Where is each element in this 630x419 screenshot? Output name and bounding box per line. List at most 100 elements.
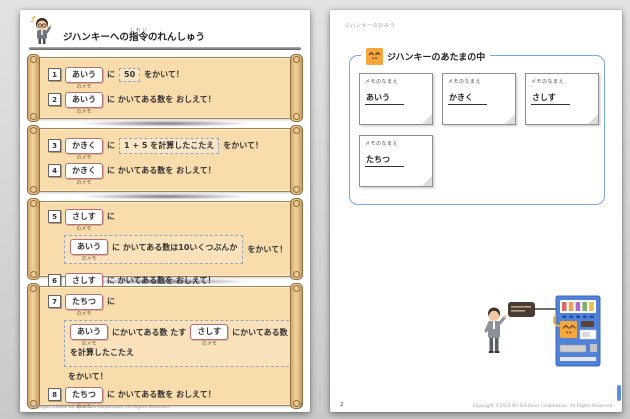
memo-label: メモのなまえ (531, 78, 593, 85)
memo-chip-wrap: かきくのメモ (65, 163, 103, 179)
memo-name: たちつ (365, 154, 404, 167)
page-number: 3 (300, 403, 304, 409)
instruction-banner-3: 5 さしすのメモ に あいうのメモ に かいてある数は10いくつぶんか をかいて… (29, 201, 301, 277)
instruction-text: に (107, 211, 115, 222)
instruction-text: に (107, 140, 115, 151)
memo-name-chip: あいう (70, 324, 108, 340)
value-box: 1 + 5 を計算したこたえ (119, 138, 219, 154)
step-number: 7 (48, 295, 61, 308)
memo-name-chip: さしす (65, 209, 103, 225)
step-number: 5 (48, 210, 61, 223)
scrollbar-thumb[interactable] (617, 385, 621, 401)
instruction-text: にかいてある数 (232, 327, 288, 338)
memo-grid: メモのなまえ あいう メモのなまえ かきく メモのなまえ さしす メモのなまえ … (350, 56, 604, 187)
copyright-text: Copyright ©2022 NS Solutions Corporation… (29, 404, 170, 409)
memo-label: メモのなまえ (365, 140, 427, 147)
scroll-roll-left (27, 198, 40, 280)
instruction-text: に かいてある数を おしえて！ (107, 275, 216, 286)
memo-chip-wrap: あいうのメモ (65, 67, 103, 83)
nested-instruction-box: あいうのメモ にかいてある数 たす さしすのメモ にかいてある数 を計算したこた… (64, 320, 294, 367)
banner-shadow-separator (65, 119, 265, 128)
memo-name-chip: あいう (65, 67, 103, 83)
memo-name-chip: たちつ (65, 294, 103, 310)
memo-name-chip: さしす (190, 324, 228, 340)
memo-chip-wrap: さしすのメモ (190, 324, 228, 340)
scroll-roll-right (290, 283, 303, 409)
instruction-text: をかいて！ (223, 140, 263, 151)
memo-chip-wrap: あいうのメモ (70, 239, 108, 255)
nested-instruction-line-1: あいうのメモ にかいてある数 たす さしすのメモ にかいてある数 (70, 324, 288, 347)
memo-name-chip: たちつ (65, 387, 103, 403)
memo-chip-wrap: かきくのメモ (65, 138, 103, 154)
instruction-row-1: 1 あいうのメモ に 50 をかいて！ (48, 68, 282, 81)
memo-name-chip: かきく (65, 138, 103, 154)
nested-instruction-line-2: を計算したこたえ (70, 347, 288, 358)
memo-label: メモのなまえ (365, 78, 427, 85)
title-divider (29, 47, 301, 50)
memo-note-label: のメモ (81, 340, 96, 347)
scroll-roll-right (290, 54, 303, 122)
memo-note-label: のメモ (76, 83, 91, 90)
instruction-row-5: 5 さしすのメモ に (48, 210, 282, 223)
memo-label: メモのなまえ (448, 78, 510, 85)
memo-card: メモのなまえ かきく (442, 73, 516, 125)
scroll-roll-left (27, 125, 40, 195)
instruction-row-7-tail: をかいて！ (68, 371, 282, 382)
memo-name-chip: あいう (65, 92, 103, 108)
memo-name-chip: かきく (65, 163, 103, 179)
left-page-footer: Copyright ©2022 NS Solutions Corporation… (29, 403, 303, 409)
memo-name: かきく (448, 92, 487, 105)
banner-shadow-separator (65, 192, 265, 201)
nested-instruction-box: あいうのメモ に かいてある数は10いくつぶんか (64, 235, 243, 264)
instruction-row-2: 2 あいうのメモ に かいてある数を おしえて！ (48, 93, 282, 106)
instruction-text: に かいてある数を おしえて！ (107, 389, 216, 400)
memo-card: メモのなまえ たちつ (359, 135, 433, 187)
instruction-text: に かいてある数を おしえて！ (107, 94, 216, 105)
right-page-footer: 2 Copyright ©2022 NS Solutions Corporati… (340, 402, 614, 408)
memo-note-label: のメモ (76, 108, 91, 115)
section-header: ジハンキーのひみつ (345, 22, 395, 29)
jihanky-head-box-legend: ジハンキーのあたまの中 (361, 46, 490, 66)
memo-name: あいう (365, 92, 404, 105)
memo-chip-wrap: さしすのメモ (65, 209, 103, 225)
copyright-text: Copyright ©2022 NS Solutions Corporation… (473, 403, 614, 408)
instruction-row-3: 3 かきくのメモ に 1 + 5 を計算したこたえ をかいて！ (48, 139, 282, 152)
page-title: ジハンキーへの指令しれいのれんしゅう (63, 27, 205, 43)
man-character (486, 308, 507, 354)
instruction-text: をかいて！ (144, 69, 184, 80)
scroll-roll-right (290, 125, 303, 195)
instruction-row-4: 4 かきくのメモ に かいてある数を おしえて！ (48, 164, 282, 177)
jihanky-head-box: ジハンキーのあたまの中 メモのなまえ あいう メモのなまえ かきく メモのなまえ… (349, 55, 605, 205)
box-title: ジハンキーのあたまの中 (387, 50, 485, 63)
memo-note-label: のメモ (81, 255, 96, 262)
scroll-roll-left (27, 283, 40, 409)
instruction-text: をかいて！ (247, 244, 287, 255)
instruction-banner-4: 7 たちつのメモ に あいうのメモ にかいてある数 たす さしすのメモ にかいて… (29, 286, 301, 406)
memo-name-chip: あいう (70, 239, 108, 255)
step-number: 8 (48, 388, 61, 401)
value-box: 50 (119, 68, 140, 82)
instruction-banner-2: 3 かきくのメモ に 1 + 5 を計算したこたえ をかいて！ 4 かきくのメモ… (29, 128, 301, 192)
memo-note-label: のメモ (202, 340, 217, 347)
memo-note-label: のメモ (76, 179, 91, 186)
memo-note-label: のメモ (76, 225, 91, 232)
page-right: ジハンキーのひみつ ジハンキーのあたまの中 メモのなまえ あいう メモ (330, 10, 622, 412)
instruction-row-7: 7 たちつのメモ に (48, 295, 282, 308)
memo-note-label: のメモ (76, 154, 91, 161)
step-number: 1 (48, 68, 61, 81)
instruction-text: に (107, 69, 115, 80)
scroll-roll-right (290, 198, 303, 280)
left-page-header: ジハンキーへの指令しれいのれんしゅう (29, 17, 301, 44)
step-number: 4 (48, 164, 61, 177)
instruction-text: に かいてある数は10いくつぶんか (112, 242, 237, 253)
machine-face (560, 321, 577, 338)
instruction-text: にかいてある数 たす (112, 327, 186, 338)
memo-card: メモのなまえ あいう (359, 73, 433, 125)
instruction-text: に (107, 296, 115, 307)
memo-name: さしす (531, 92, 570, 105)
page-number: 2 (340, 402, 344, 408)
teacher-character-icon (30, 15, 54, 45)
instruction-row-8: 8 たちつのメモ に かいてある数を おしえて！ (48, 388, 282, 401)
memo-chip-wrap: たちつのメモ (65, 387, 103, 403)
jihanky-face-icon (366, 48, 383, 65)
